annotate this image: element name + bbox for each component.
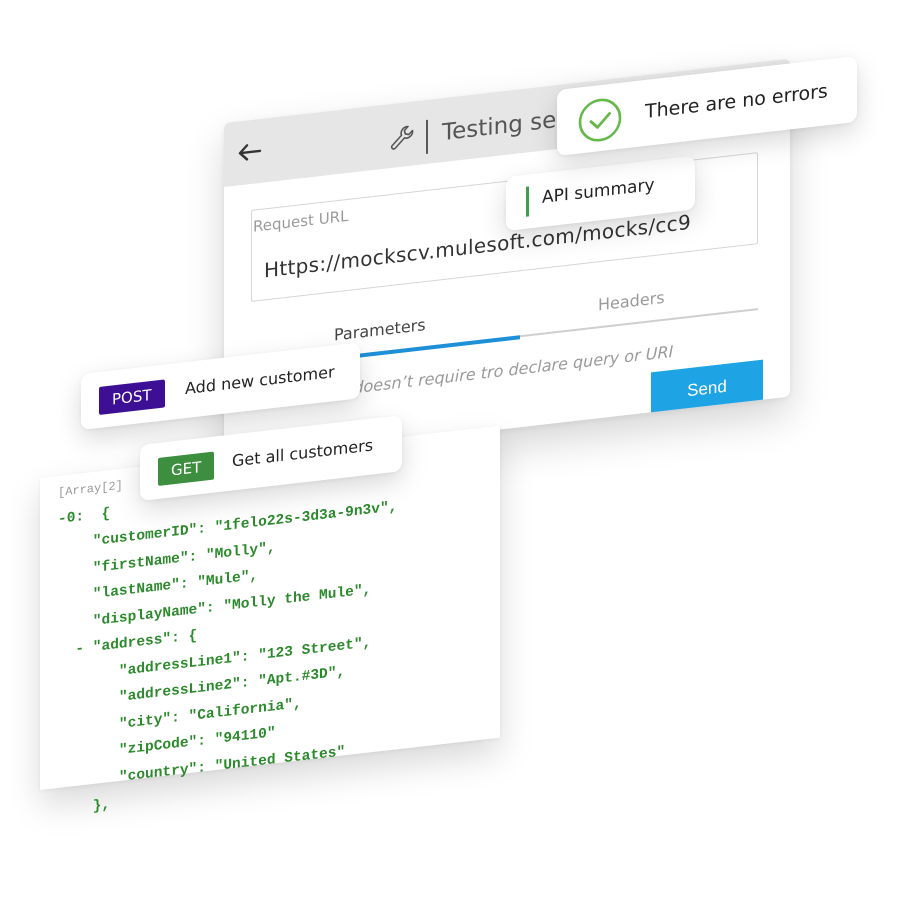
scene: Testing se Request URL Https://mockscv.m… — [0, 0, 902, 897]
panel-title: Testing se — [442, 107, 557, 147]
json-line: - "address": { — [58, 628, 198, 660]
send-button[interactable]: Send — [651, 359, 763, 419]
method-badge-post: POST — [99, 379, 165, 415]
wrench-icon — [390, 125, 414, 150]
tab-parameters[interactable]: Parameters — [334, 315, 426, 344]
json-line: }, — [58, 796, 111, 819]
tab-headers[interactable]: Headers — [598, 288, 665, 315]
endpoint-label: Add new customer — [185, 362, 335, 399]
api-summary-label: API summary — [542, 175, 655, 208]
json-array-label: [Array[2] — [58, 478, 123, 500]
summary-accent-bar — [526, 186, 529, 217]
header-divider — [426, 119, 428, 154]
json-code: [Array[2] -0: { "customerID": "1felo22s-… — [58, 441, 397, 824]
back-arrow-icon[interactable] — [236, 141, 262, 164]
endpoint-label: Get all customers — [232, 435, 374, 471]
check-circle-icon — [578, 98, 622, 142]
method-badge-get: GET — [158, 451, 215, 486]
status-text: There are no errors — [645, 80, 828, 123]
json-line: -0: { — [58, 505, 111, 528]
